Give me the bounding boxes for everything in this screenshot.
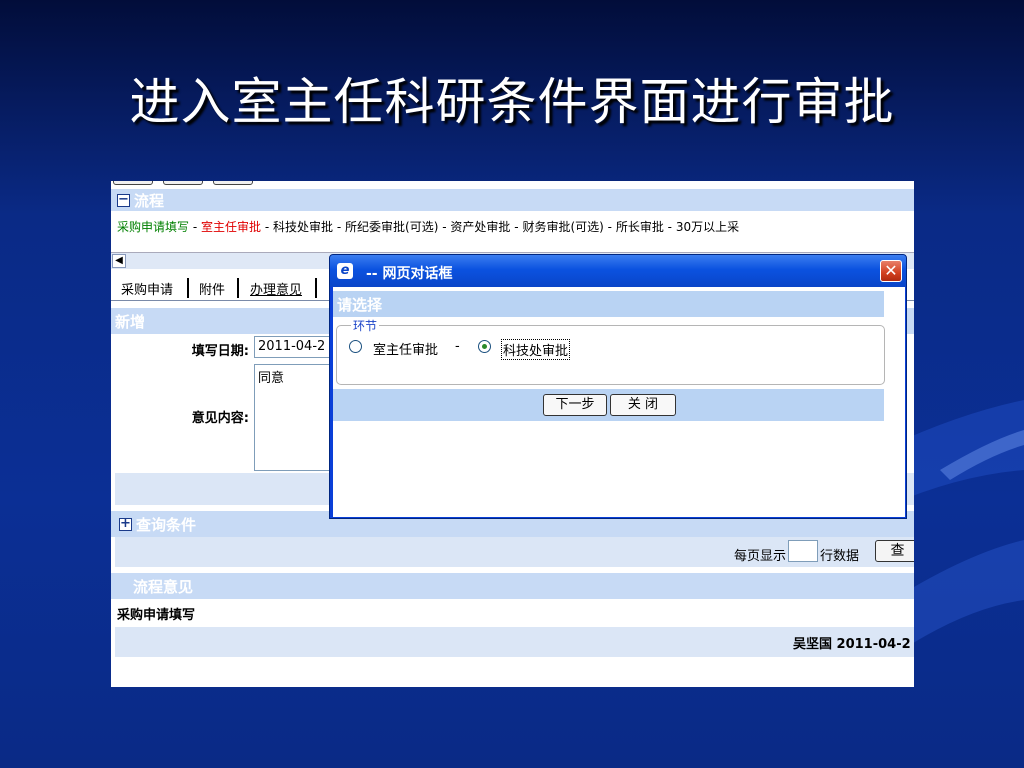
toolbar-button[interactable] [113,181,153,185]
expand-icon[interactable]: + [119,517,132,531]
dialog-header: 请选择 [333,291,884,317]
step-legend: 环节 [351,317,380,334]
step-fieldset: 环节 室主任审批 - 科技处审批 [336,317,885,385]
query-section-title: 查询条件 [136,515,197,534]
dialog-title: -- 网页对话框 [366,266,453,282]
toolbar-button[interactable] [213,181,253,185]
flow-step: 所纪委审批(可选) [345,220,439,234]
tab-purchase-request[interactable]: 采购申请 [121,279,173,298]
flow-separator: - [336,220,342,234]
ie-icon: e [337,263,353,279]
flow-opinion-title: 流程意见 [133,577,194,596]
web-dialog: e -- 网页对话框 ✕ 请选择 环节 室主任审批 - 科技处审批 下一步 关 … [329,254,907,519]
radio-label-sci-tech-approval[interactable]: 科技处审批 [501,339,571,360]
new-section-title: 新增 [115,312,146,331]
process-section-title: 流程 [134,191,165,210]
opinion-label: 意见内容: [191,411,249,426]
flow-separator: - [514,220,519,234]
slide-title: 进入室主任科研条件界面进行审批 [129,73,895,131]
close-button[interactable]: 关 闭 [610,394,676,416]
dialog-titlebar[interactable]: e -- 网页对话框 ✕ [330,255,906,287]
flow-step: 30万以上采 [675,220,740,234]
flow-step[interactable]: 采购申请填写 [117,220,189,234]
next-step-button[interactable]: 下一步 [543,394,607,416]
dialog-body: 请选择 环节 室主任审批 - 科技处审批 下一步 关 闭 [333,287,905,517]
scroll-left-icon[interactable]: ◀ [112,254,126,268]
tab-separator [187,278,189,298]
query-button[interactable]: 查 [875,540,914,562]
flow-separator: - [667,220,672,234]
flow-opinion-signature: 吴坚国 2011-04-2 [793,637,911,652]
per-page-suffix: 行数据 [820,549,860,564]
flow-opinion-step: 采购申请填写 [117,608,196,623]
per-page-label: 每页显示 [734,549,787,564]
tab-separator [237,278,239,298]
flow-opinion-header: 流程意见 [111,573,914,599]
date-label: 填写日期: [191,344,249,359]
option-separator: - [455,339,460,354]
flow-steps: 采购申请填写 - 室主任审批 - 科技处审批 - 所纪委审批(可选) - 资产处… [117,218,739,235]
flow-separator: - [607,220,612,234]
per-page-input[interactable] [788,540,818,562]
close-icon[interactable]: ✕ [880,260,902,282]
dialog-button-bar: 下一步 关 闭 [333,389,884,421]
radio-label-director-approval[interactable]: 室主任审批 [373,339,438,358]
flow-separator: - [264,220,270,234]
radio-sci-tech-approval[interactable] [478,340,491,353]
collapse-icon[interactable]: − [117,193,130,207]
flow-step: 科技处审批 [273,220,334,234]
flow-step: 财务审批(可选) [522,220,604,234]
radio-director-approval[interactable] [349,340,362,353]
tab-separator [315,278,317,298]
process-section-header[interactable]: − 流程 [111,189,914,211]
flow-separator: - [442,220,447,234]
flow-step: 资产处审批 [450,220,511,234]
toolbar-button[interactable] [163,181,203,185]
flow-separator: - [192,220,198,234]
tab-attachments[interactable]: 附件 [199,279,225,298]
flow-step-current[interactable]: 室主任审批 [201,220,261,234]
tab-opinions[interactable]: 办理意见 [250,279,302,298]
flow-step: 所长审批 [615,220,664,234]
top-toolbar [111,181,914,186]
